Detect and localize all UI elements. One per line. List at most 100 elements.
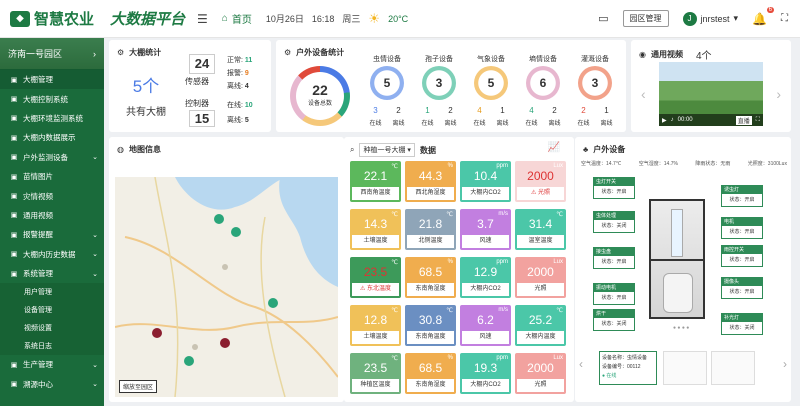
device-callout[interactable]: 摄像头 状态：开启	[721, 277, 763, 299]
sensor-tile[interactable]: m/s 6.2 风速	[460, 305, 511, 346]
chart-icon[interactable]: 📈	[548, 142, 560, 153]
sensor-tile[interactable]: % 44.3 西北角湿度	[405, 161, 456, 202]
sidebar-sub-item-0[interactable]: 用户管理	[0, 283, 104, 302]
device-info-card-2[interactable]	[663, 351, 707, 385]
map-pin-3	[268, 298, 278, 308]
play-icon[interactable]: ▶	[662, 117, 667, 124]
tile-value: 12.8	[363, 313, 388, 327]
sidebar-item-a2[interactable]: ▣ 大棚环境监测系统	[0, 109, 104, 128]
sensor-tile[interactable]: ppm 10.4 大棚内CO2	[460, 161, 511, 202]
sidebar-item-a5[interactable]: ▣ 苗情图片	[0, 167, 104, 186]
menu-icon: ▣	[10, 212, 18, 220]
weather-item-1: 空气湿度：14.7%	[638, 161, 678, 167]
next-arrow-icon[interactable]: ›	[776, 86, 781, 102]
sensor-tile[interactable]: ℃ 25.2 大棚内温度	[515, 305, 566, 346]
map-pin-5	[220, 338, 230, 348]
env-header: ⌕ 种植一号大棚 ▾ 数据	[350, 143, 436, 157]
chevron-icon: ⌄	[92, 381, 98, 389]
device-callout[interactable]: 虫灯开关 状态：开启	[593, 177, 635, 199]
sidebar-item-label: 生产管理	[23, 360, 53, 370]
sidebar-item-a7[interactable]: ▣ 通用视频	[0, 206, 104, 225]
username: jnrstest	[700, 13, 730, 24]
map-view[interactable]: 缩放至园区	[115, 177, 338, 397]
sidebar-item-label: 苗情图片	[23, 172, 53, 182]
user-menu[interactable]: Jjnrstest ▾	[682, 11, 738, 26]
device-callout[interactable]: 烘干 状态：关闭	[593, 309, 635, 331]
device-callout[interactable]: 电机 状态：开启	[721, 217, 763, 239]
sidebar-item-a6[interactable]: ▣ 灾情视频	[0, 186, 104, 205]
sidebar-item-a9[interactable]: ▣ 大棚内历史数据 ⌄	[0, 245, 104, 264]
chevron-icon: ⌄	[92, 270, 98, 278]
sidebar-item-a8[interactable]: ▣ 报警提醒 ⌄	[0, 225, 104, 244]
sidebar-item-a4[interactable]: ▣ 户外监测设备 ⌄	[0, 148, 104, 167]
tile-label: 东南角湿度	[407, 283, 454, 296]
sensor-tile[interactable]: % 68.5 东南角湿度	[405, 257, 456, 298]
device-callout[interactable]: 虫体处理 状态：关闭	[593, 211, 635, 233]
brand-title: 大数据平台	[110, 11, 186, 28]
bell-icon[interactable]: 🔔 6	[752, 6, 774, 26]
park-selector[interactable]: 济南一号园区 ›	[0, 38, 104, 70]
sensor-tile[interactable]: Lux 2000 光照	[515, 257, 566, 298]
sensor-tile[interactable]: ℃ 23.5 种植区温度	[350, 353, 401, 394]
map-pin-1	[214, 214, 224, 224]
sensor-tile[interactable]: ppm 12.9 大棚内CO2	[460, 257, 511, 298]
tile-label: 风速	[462, 331, 509, 344]
online-label: 在线	[421, 121, 434, 127]
offline-label: 离线	[548, 121, 561, 127]
prev-arrow-icon[interactable]: ‹	[579, 357, 583, 371]
sidebar-item-label: 大棚控制系统	[23, 94, 68, 104]
device-info-card[interactable]: 设备名称：虫情设备 设备编号：00112 ● 在线	[599, 351, 657, 385]
sidebar-item-a3[interactable]: ▣ 大棚内数据展示	[0, 128, 104, 147]
sensor-tile[interactable]: ℃ 12.8 土壤温度	[350, 305, 401, 346]
device-callout[interactable]: 振动电机 状态：开启	[593, 283, 635, 305]
sidebar-sub-item-2[interactable]: 视频设置	[0, 319, 104, 338]
tile-label: 大棚内CO2	[462, 187, 509, 200]
sidebar-item-label: 大棚管理	[23, 75, 53, 85]
device-callout[interactable]: 补光灯 状态：关闭	[721, 313, 763, 335]
tile-value: 2000	[527, 361, 554, 375]
device-info-card-3[interactable]	[711, 351, 755, 385]
sidebar-sub-item-3[interactable]: 系统日志	[0, 337, 104, 356]
sensor-tile[interactable]: ℃ 31.4 温室温度	[515, 209, 566, 250]
menu-toggle-icon[interactable]: ☰	[197, 12, 208, 26]
monitor-icon[interactable]: ▭	[598, 12, 608, 25]
sidebar-item-a1[interactable]: ▣ 大棚控制系统	[0, 89, 104, 108]
prev-arrow-icon[interactable]: ‹	[641, 86, 646, 102]
home-link[interactable]: ⌂ 首页	[222, 11, 252, 26]
sensor-tile[interactable]: m/s 3.7 风速	[460, 209, 511, 250]
sidebar-item-a0[interactable]: ▣ 大棚管理	[0, 70, 104, 90]
next-arrow-icon[interactable]: ›	[783, 357, 787, 371]
tile-label: 东南角湿度	[407, 379, 454, 392]
volume-icon[interactable]: ♪	[671, 117, 674, 123]
sidebar-sub-item-1[interactable]: 设备管理	[0, 301, 104, 320]
map-card: ◍ 地图信息 缩放至园区	[109, 137, 344, 402]
sidebar-item-b1[interactable]: ▣ 溯源中心 ⌄	[0, 375, 104, 394]
sensor-tile[interactable]: ℃ 22.1 西南角温度	[350, 161, 401, 202]
sidebar-item-a10[interactable]: ▣ 系统管理 ⌄	[0, 264, 104, 283]
sensor-label: 传感器	[185, 77, 209, 86]
fullscreen-icon[interactable]: ⛶	[756, 117, 760, 124]
device-callout[interactable]: 雨控开关 状态：开启	[721, 245, 763, 267]
zoom-to-park-button[interactable]: 缩放至园区	[119, 380, 158, 393]
device-callout[interactable]: 接虫盘 状态：开启	[593, 247, 635, 269]
sensor-tile[interactable]: ℃ 21.8 北侧温度	[405, 209, 456, 250]
sensor-tile[interactable]: ppm 19.3 大棚内CO2	[460, 353, 511, 394]
sensor-tile[interactable]: Lux 2000 ⚠ 光照	[515, 161, 566, 202]
video-player[interactable]: ▶ ♪ 00:00 直播 ⛶	[659, 62, 763, 126]
fullscreen-icon[interactable]: ⛶	[781, 13, 788, 24]
device-name: 虫情设备	[373, 56, 401, 63]
sensor-tile[interactable]: ℃ 23.5 ⚠ 东北温度	[350, 257, 401, 298]
sensor-tile[interactable]: ℃ 30.8 东南角温度	[405, 305, 456, 346]
menu-icon: ▣	[10, 134, 18, 142]
sensor-tile[interactable]: % 68.5 东南角湿度	[405, 353, 456, 394]
sensor-tile[interactable]: ℃ 14.3 土壤温度	[350, 209, 401, 250]
sidebar-item-b0[interactable]: ▣ 生产管理 ⌄	[0, 355, 104, 374]
tile-value: 22.1	[363, 169, 388, 183]
park-manage-button[interactable]: 园区管理	[622, 10, 669, 27]
sensor-tile[interactable]: Lux 2000 光照	[515, 353, 566, 394]
carousel-dots[interactable]: ● ● ● ●	[673, 325, 689, 331]
device-callout[interactable]: 诱虫灯 状态：开启	[721, 185, 763, 207]
greenhouse-select[interactable]: 种植一号大棚 ▾	[359, 143, 415, 157]
sidebar-item-label: 大棚内历史数据	[23, 249, 76, 259]
controller-breakdown: 在线: 10 离线: 5	[227, 102, 253, 124]
